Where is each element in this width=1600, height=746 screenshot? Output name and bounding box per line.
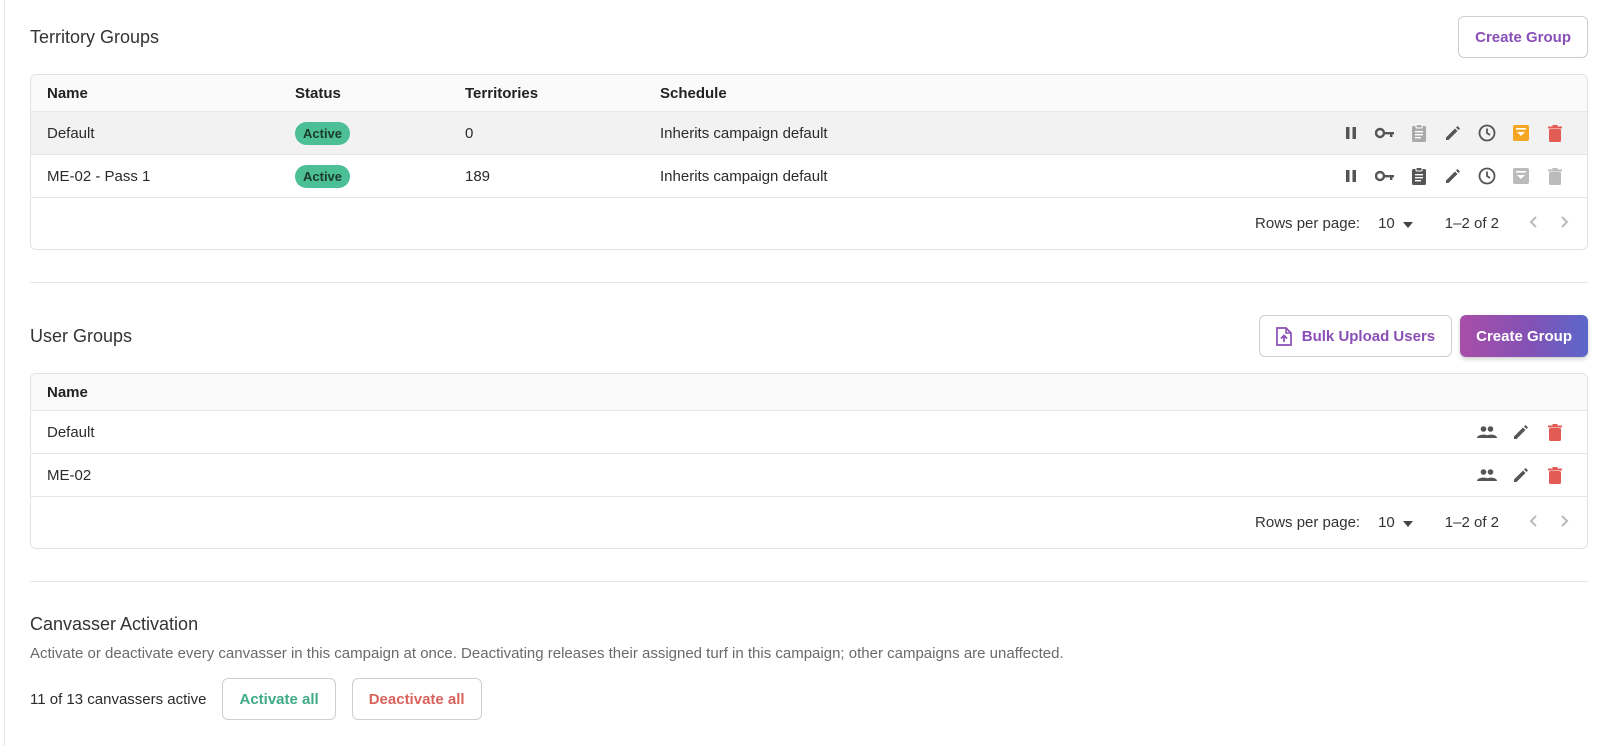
column-header-status[interactable]: Status xyxy=(295,85,465,102)
territory-groups-header: Territory Groups Create Group xyxy=(30,16,1588,58)
status-badge: Active xyxy=(295,121,351,145)
people-icon[interactable] xyxy=(1477,422,1497,442)
key-icon[interactable] xyxy=(1375,166,1395,186)
column-header-territories[interactable]: Territories xyxy=(465,85,660,102)
clipboard-icon[interactable] xyxy=(1409,166,1429,186)
canvasser-activation-controls: 11 of 13 canvassers active Activate all … xyxy=(30,678,1588,720)
table-pagination: Rows per page: 10 1–2 of 2 xyxy=(31,198,1587,249)
archive-icon[interactable] xyxy=(1511,166,1531,186)
column-header-schedule[interactable]: Schedule xyxy=(660,85,1587,102)
table-row[interactable]: Default Active 0 Inherits campaign defau… xyxy=(31,112,1587,155)
deactivate-all-button[interactable]: Deactivate all xyxy=(351,678,482,720)
row-actions xyxy=(1477,422,1587,442)
rows-per-page-value: 10 xyxy=(1378,215,1395,232)
territory-count: 189 xyxy=(465,167,491,185)
territory-create-group-button[interactable]: Create Group xyxy=(1458,16,1588,58)
territory-groups-title: Territory Groups xyxy=(30,26,160,47)
user-group-name: Default xyxy=(47,423,95,441)
edit-icon[interactable] xyxy=(1511,465,1531,485)
people-icon[interactable] xyxy=(1477,465,1497,485)
table-header: Name xyxy=(31,374,1587,411)
territory-count: 0 xyxy=(465,124,474,142)
next-page-icon[interactable] xyxy=(1561,215,1569,232)
section-divider xyxy=(30,282,1588,283)
user-groups-title: User Groups xyxy=(30,325,133,346)
edit-icon[interactable] xyxy=(1443,123,1463,143)
canvasser-activation-title: Canvasser Activation xyxy=(30,614,199,634)
left-border xyxy=(4,0,5,746)
row-actions xyxy=(1341,123,1587,143)
group-name: Default xyxy=(47,124,95,142)
delete-icon[interactable] xyxy=(1545,465,1565,485)
user-create-group-button[interactable]: Create Group xyxy=(1460,315,1588,357)
delete-icon[interactable] xyxy=(1545,166,1565,186)
edit-icon[interactable] xyxy=(1443,166,1463,186)
rows-per-page-value: 10 xyxy=(1378,514,1395,531)
rows-per-page-label: Rows per page: xyxy=(1255,215,1361,232)
table-row[interactable]: ME-02 - Pass 1 Active 189 Inherits campa… xyxy=(31,155,1587,198)
schedule-text: Inherits campaign default xyxy=(660,124,828,142)
schedule-text: Inherits campaign default xyxy=(660,167,828,185)
user-group-name: ME-02 xyxy=(47,466,92,484)
pagination-range: 1–2 of 2 xyxy=(1444,215,1499,232)
table-row[interactable]: Default xyxy=(31,411,1587,454)
activate-all-button[interactable]: Activate all xyxy=(222,678,336,720)
status-badge: Active xyxy=(295,164,351,188)
table-header: Name Status Territories Schedule xyxy=(31,75,1587,112)
edit-icon[interactable] xyxy=(1511,422,1531,442)
territory-groups-table: Name Status Territories Schedule Default… xyxy=(30,74,1588,250)
canvasser-activation-description: Activate or deactivate every canvasser i… xyxy=(30,645,1064,662)
chevron-down-icon xyxy=(1402,215,1413,232)
pagination-range: 1–2 of 2 xyxy=(1444,514,1499,531)
delete-icon[interactable] xyxy=(1545,123,1565,143)
clock-icon[interactable] xyxy=(1477,166,1497,186)
table-row[interactable]: ME-02 xyxy=(31,454,1587,497)
clock-icon[interactable] xyxy=(1477,123,1497,143)
bulk-upload-label: Bulk Upload Users xyxy=(1301,327,1436,345)
rows-per-page-label: Rows per page: xyxy=(1255,514,1361,531)
column-header-name[interactable]: Name xyxy=(47,384,295,401)
table-pagination: Rows per page: 10 1–2 of 2 xyxy=(31,497,1587,548)
user-groups-table: Name Default ME-02 Rows per page: 10 1–2… xyxy=(30,373,1588,549)
clipboard-icon[interactable] xyxy=(1409,123,1429,143)
active-canvasser-count: 11 of 13 canvassers active xyxy=(30,690,207,708)
row-actions xyxy=(1341,166,1587,186)
pause-icon[interactable] xyxy=(1341,166,1361,186)
group-name: ME-02 - Pass 1 xyxy=(47,167,151,185)
key-icon[interactable] xyxy=(1375,123,1395,143)
delete-icon[interactable] xyxy=(1545,422,1565,442)
rows-per-page-select[interactable]: 10 xyxy=(1378,215,1413,232)
user-groups-header: User Groups Bulk Upload Users Create Gro… xyxy=(30,315,1588,357)
next-page-icon[interactable] xyxy=(1561,514,1569,531)
archive-icon[interactable] xyxy=(1511,123,1531,143)
pause-icon[interactable] xyxy=(1341,123,1361,143)
row-actions xyxy=(1477,465,1587,485)
file-upload-icon xyxy=(1275,326,1292,346)
previous-page-icon[interactable] xyxy=(1529,215,1537,232)
page: Territory Groups Create Group Name Statu… xyxy=(30,0,1588,720)
column-header-name[interactable]: Name xyxy=(47,85,295,102)
previous-page-icon[interactable] xyxy=(1529,514,1537,531)
bulk-upload-users-button[interactable]: Bulk Upload Users xyxy=(1258,315,1453,357)
chevron-down-icon xyxy=(1402,514,1413,531)
section-divider xyxy=(30,581,1588,582)
rows-per-page-select[interactable]: 10 xyxy=(1378,514,1413,531)
